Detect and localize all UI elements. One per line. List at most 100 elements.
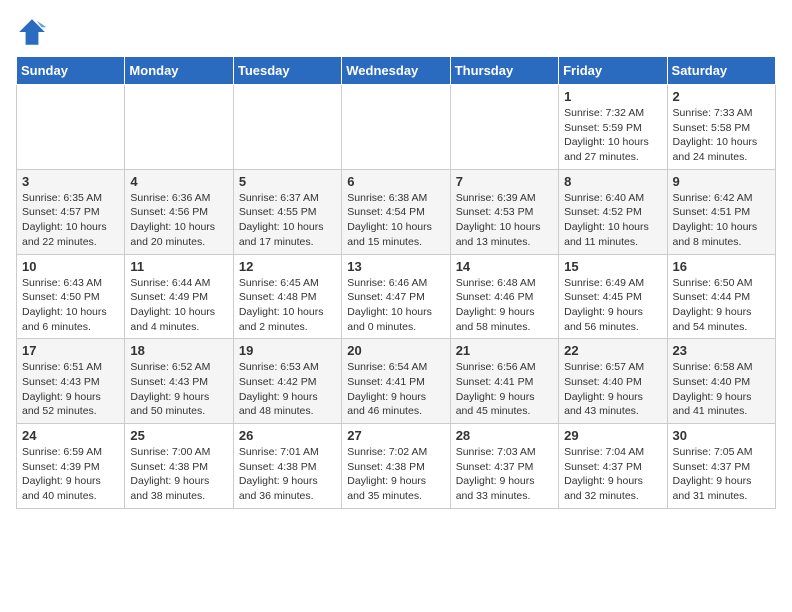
cell-info: Sunrise: 6:48 AM Sunset: 4:46 PM Dayligh… — [456, 276, 553, 335]
day-number: 1 — [564, 89, 661, 104]
cell-info: Sunrise: 6:59 AM Sunset: 4:39 PM Dayligh… — [22, 445, 119, 504]
calendar-cell: 14 Sunrise: 6:48 AM Sunset: 4:46 PM Dayli… — [450, 254, 558, 339]
day-number: 16 — [673, 259, 770, 274]
cell-info: Sunrise: 7:32 AM Sunset: 5:59 PM Dayligh… — [564, 106, 661, 165]
cell-info: Sunrise: 6:40 AM Sunset: 4:52 PM Dayligh… — [564, 191, 661, 250]
day-number: 22 — [564, 343, 661, 358]
day-number: 15 — [564, 259, 661, 274]
cell-info: Sunrise: 7:05 AM Sunset: 4:37 PM Dayligh… — [673, 445, 770, 504]
day-number: 13 — [347, 259, 444, 274]
day-number: 8 — [564, 174, 661, 189]
calendar-cell — [17, 85, 125, 170]
calendar-week-row: 3 Sunrise: 6:35 AM Sunset: 4:57 PM Daylig… — [17, 169, 776, 254]
calendar-cell: 19 Sunrise: 6:53 AM Sunset: 4:42 PM Dayli… — [233, 339, 341, 424]
logo-icon — [16, 16, 48, 48]
cell-info: Sunrise: 6:50 AM Sunset: 4:44 PM Dayligh… — [673, 276, 770, 335]
day-number: 2 — [673, 89, 770, 104]
calendar-cell: 22 Sunrise: 6:57 AM Sunset: 4:40 PM Dayli… — [559, 339, 667, 424]
calendar-cell: 23 Sunrise: 6:58 AM Sunset: 4:40 PM Dayli… — [667, 339, 775, 424]
cell-info: Sunrise: 6:45 AM Sunset: 4:48 PM Dayligh… — [239, 276, 336, 335]
day-header-saturday: Saturday — [667, 57, 775, 85]
cell-info: Sunrise: 6:58 AM Sunset: 4:40 PM Dayligh… — [673, 360, 770, 419]
day-number: 9 — [673, 174, 770, 189]
cell-info: Sunrise: 6:39 AM Sunset: 4:53 PM Dayligh… — [456, 191, 553, 250]
calendar-cell: 12 Sunrise: 6:45 AM Sunset: 4:48 PM Dayli… — [233, 254, 341, 339]
cell-info: Sunrise: 6:37 AM Sunset: 4:55 PM Dayligh… — [239, 191, 336, 250]
calendar-week-row: 24 Sunrise: 6:59 AM Sunset: 4:39 PM Dayli… — [17, 424, 776, 509]
cell-info: Sunrise: 6:52 AM Sunset: 4:43 PM Dayligh… — [130, 360, 227, 419]
day-number: 21 — [456, 343, 553, 358]
day-number: 24 — [22, 428, 119, 443]
cell-info: Sunrise: 7:00 AM Sunset: 4:38 PM Dayligh… — [130, 445, 227, 504]
calendar-cell: 28 Sunrise: 7:03 AM Sunset: 4:37 PM Dayli… — [450, 424, 558, 509]
page-header — [16, 16, 776, 48]
calendar-cell: 4Sunrise: 6:36 AM Sunset: 4:56 PM Daylig… — [125, 169, 233, 254]
cell-info: Sunrise: 6:54 AM Sunset: 4:41 PM Dayligh… — [347, 360, 444, 419]
calendar-cell: 16 Sunrise: 6:50 AM Sunset: 4:44 PM Dayli… — [667, 254, 775, 339]
calendar-cell — [125, 85, 233, 170]
day-number: 18 — [130, 343, 227, 358]
day-number: 23 — [673, 343, 770, 358]
calendar-cell — [450, 85, 558, 170]
calendar-cell: 1 Sunrise: 7:32 AM Sunset: 5:59 PM Daylig… — [559, 85, 667, 170]
calendar-week-row: 17 Sunrise: 6:51 AM Sunset: 4:43 PM Dayli… — [17, 339, 776, 424]
cell-info: Sunrise: 7:04 AM Sunset: 4:37 PM Dayligh… — [564, 445, 661, 504]
day-header-sunday: Sunday — [17, 57, 125, 85]
calendar-cell: 18 Sunrise: 6:52 AM Sunset: 4:43 PM Dayli… — [125, 339, 233, 424]
calendar-cell: 10 Sunrise: 6:43 AM Sunset: 4:50 PM Dayli… — [17, 254, 125, 339]
logo — [16, 16, 52, 48]
calendar-cell: 21Sunrise: 6:56 AM Sunset: 4:41 PM Dayli… — [450, 339, 558, 424]
calendar-cell: 24 Sunrise: 6:59 AM Sunset: 4:39 PM Dayli… — [17, 424, 125, 509]
calendar-cell: 2 Sunrise: 7:33 AM Sunset: 5:58 PM Daylig… — [667, 85, 775, 170]
day-number: 19 — [239, 343, 336, 358]
day-number: 5 — [239, 174, 336, 189]
day-header-wednesday: Wednesday — [342, 57, 450, 85]
cell-info: Sunrise: 6:49 AM Sunset: 4:45 PM Dayligh… — [564, 276, 661, 335]
calendar-cell: 15 Sunrise: 6:49 AM Sunset: 4:45 PM Dayli… — [559, 254, 667, 339]
calendar-cell: 6Sunrise: 6:38 AM Sunset: 4:54 PM Daylig… — [342, 169, 450, 254]
day-number: 11 — [130, 259, 227, 274]
calendar-cell: 29 Sunrise: 7:04 AM Sunset: 4:37 PM Dayli… — [559, 424, 667, 509]
calendar-cell: 11Sunrise: 6:44 AM Sunset: 4:49 PM Dayli… — [125, 254, 233, 339]
day-number: 7 — [456, 174, 553, 189]
cell-info: Sunrise: 6:53 AM Sunset: 4:42 PM Dayligh… — [239, 360, 336, 419]
day-number: 12 — [239, 259, 336, 274]
cell-info: Sunrise: 6:36 AM Sunset: 4:56 PM Dayligh… — [130, 191, 227, 250]
calendar-week-row: 1 Sunrise: 7:32 AM Sunset: 5:59 PM Daylig… — [17, 85, 776, 170]
cell-info: Sunrise: 6:35 AM Sunset: 4:57 PM Dayligh… — [22, 191, 119, 250]
cell-info: Sunrise: 7:03 AM Sunset: 4:37 PM Dayligh… — [456, 445, 553, 504]
day-header-monday: Monday — [125, 57, 233, 85]
calendar-header-row: SundayMondayTuesdayWednesdayThursdayFrid… — [17, 57, 776, 85]
calendar-cell: 30 Sunrise: 7:05 AM Sunset: 4:37 PM Dayli… — [667, 424, 775, 509]
cell-info: Sunrise: 6:57 AM Sunset: 4:40 PM Dayligh… — [564, 360, 661, 419]
calendar-cell: 13 Sunrise: 6:46 AM Sunset: 4:47 PM Dayli… — [342, 254, 450, 339]
calendar-cell: 27Sunrise: 7:02 AM Sunset: 4:38 PM Dayli… — [342, 424, 450, 509]
day-number: 30 — [673, 428, 770, 443]
day-number: 14 — [456, 259, 553, 274]
day-number: 26 — [239, 428, 336, 443]
cell-info: Sunrise: 7:02 AM Sunset: 4:38 PM Dayligh… — [347, 445, 444, 504]
cell-info: Sunrise: 7:01 AM Sunset: 4:38 PM Dayligh… — [239, 445, 336, 504]
day-number: 28 — [456, 428, 553, 443]
day-number: 3 — [22, 174, 119, 189]
day-number: 29 — [564, 428, 661, 443]
day-number: 10 — [22, 259, 119, 274]
cell-info: Sunrise: 7:33 AM Sunset: 5:58 PM Dayligh… — [673, 106, 770, 165]
cell-info: Sunrise: 6:43 AM Sunset: 4:50 PM Dayligh… — [22, 276, 119, 335]
calendar-cell: 8 Sunrise: 6:40 AM Sunset: 4:52 PM Daylig… — [559, 169, 667, 254]
day-header-friday: Friday — [559, 57, 667, 85]
calendar-cell: 25 Sunrise: 7:00 AM Sunset: 4:38 PM Dayli… — [125, 424, 233, 509]
calendar-cell: 5 Sunrise: 6:37 AM Sunset: 4:55 PM Daylig… — [233, 169, 341, 254]
calendar-cell — [342, 85, 450, 170]
calendar-cell: 26 Sunrise: 7:01 AM Sunset: 4:38 PM Dayli… — [233, 424, 341, 509]
day-number: 25 — [130, 428, 227, 443]
day-number: 17 — [22, 343, 119, 358]
calendar-cell: 20Sunrise: 6:54 AM Sunset: 4:41 PM Dayli… — [342, 339, 450, 424]
cell-info: Sunrise: 6:38 AM Sunset: 4:54 PM Dayligh… — [347, 191, 444, 250]
calendar-cell: 7 Sunrise: 6:39 AM Sunset: 4:53 PM Daylig… — [450, 169, 558, 254]
calendar-cell — [233, 85, 341, 170]
calendar-table: SundayMondayTuesdayWednesdayThursdayFrid… — [16, 56, 776, 509]
calendar-cell: 17 Sunrise: 6:51 AM Sunset: 4:43 PM Dayli… — [17, 339, 125, 424]
cell-info: Sunrise: 6:51 AM Sunset: 4:43 PM Dayligh… — [22, 360, 119, 419]
cell-info: Sunrise: 6:46 AM Sunset: 4:47 PM Dayligh… — [347, 276, 444, 335]
